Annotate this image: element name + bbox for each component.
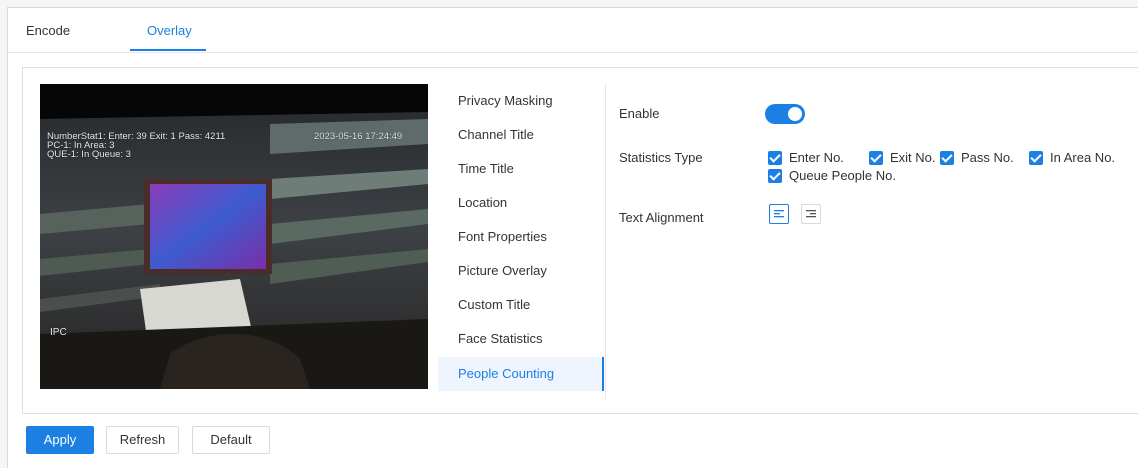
tab-encode[interactable]: Encode (26, 23, 70, 38)
menu-item-font-properties[interactable]: Font Properties (438, 220, 604, 254)
active-tab-indicator (130, 49, 206, 51)
align-left-button[interactable] (769, 204, 789, 224)
menu-item-custom-title[interactable]: Custom Title (438, 288, 604, 322)
align-right-icon (806, 210, 816, 218)
checkbox-label: Exit No. (890, 150, 936, 165)
checkbox-label: Enter No. (789, 150, 844, 165)
overlay-settings-page: Encode Overlay NumberStat1: Enter: 39 Ex… (7, 7, 1138, 468)
checkbox-exit-no[interactable]: Exit No. (869, 150, 936, 166)
checkbox-label: In Area No. (1050, 150, 1116, 165)
default-button[interactable]: Default (192, 426, 270, 454)
osd-channel-name: IPC (50, 327, 67, 338)
checkbox-checked-icon (940, 151, 954, 165)
text-alignment-label: Text Alignment (619, 210, 704, 225)
camera-scene-image (40, 84, 428, 389)
enable-label: Enable (619, 106, 660, 121)
checkbox-checked-icon (768, 151, 782, 165)
overlay-panel: NumberStat1: Enter: 39 Exit: 1 Pass: 421… (22, 67, 1138, 414)
checkbox-checked-icon (1029, 151, 1043, 165)
checkbox-enter-no[interactable]: Enter No. (768, 150, 844, 166)
refresh-button[interactable]: Refresh (106, 426, 179, 454)
align-left-icon (774, 210, 784, 218)
align-right-button[interactable] (801, 204, 821, 224)
statistics-type-label: Statistics Type (619, 150, 703, 165)
menu-item-privacy-masking[interactable]: Privacy Masking (438, 84, 604, 118)
overlay-side-menu: Privacy Masking Channel Title Time Title… (438, 84, 606, 399)
checkbox-queue-people-no[interactable]: Queue People No. (768, 168, 896, 184)
checkbox-checked-icon (869, 151, 883, 165)
menu-item-face-statistics[interactable]: Face Statistics (438, 322, 604, 356)
apply-button[interactable]: Apply (26, 426, 94, 454)
checkbox-pass-no[interactable]: Pass No. (940, 150, 1014, 166)
enable-toggle[interactable] (765, 104, 805, 124)
tab-bar: Encode Overlay (8, 8, 1138, 53)
checkbox-checked-icon (768, 169, 782, 183)
tab-overlay[interactable]: Overlay (147, 23, 192, 38)
menu-item-picture-overlay[interactable]: Picture Overlay (438, 254, 604, 288)
checkbox-in-area-no[interactable]: In Area No. (1029, 150, 1115, 166)
checkbox-label: Queue People No. (789, 168, 896, 183)
osd-queue: QUE-1: In Queue: 3 (47, 149, 131, 160)
menu-item-location[interactable]: Location (438, 186, 604, 220)
toggle-knob (788, 107, 802, 121)
video-preview: NumberStat1: Enter: 39 Exit: 1 Pass: 421… (40, 84, 428, 389)
osd-timestamp: 2023-05-16 17:24:49 (314, 131, 403, 142)
checkbox-label: Pass No. (961, 150, 1014, 165)
menu-item-channel-title[interactable]: Channel Title (438, 118, 604, 152)
menu-item-people-counting[interactable]: People Counting (438, 357, 604, 391)
menu-item-time-title[interactable]: Time Title (438, 152, 604, 186)
